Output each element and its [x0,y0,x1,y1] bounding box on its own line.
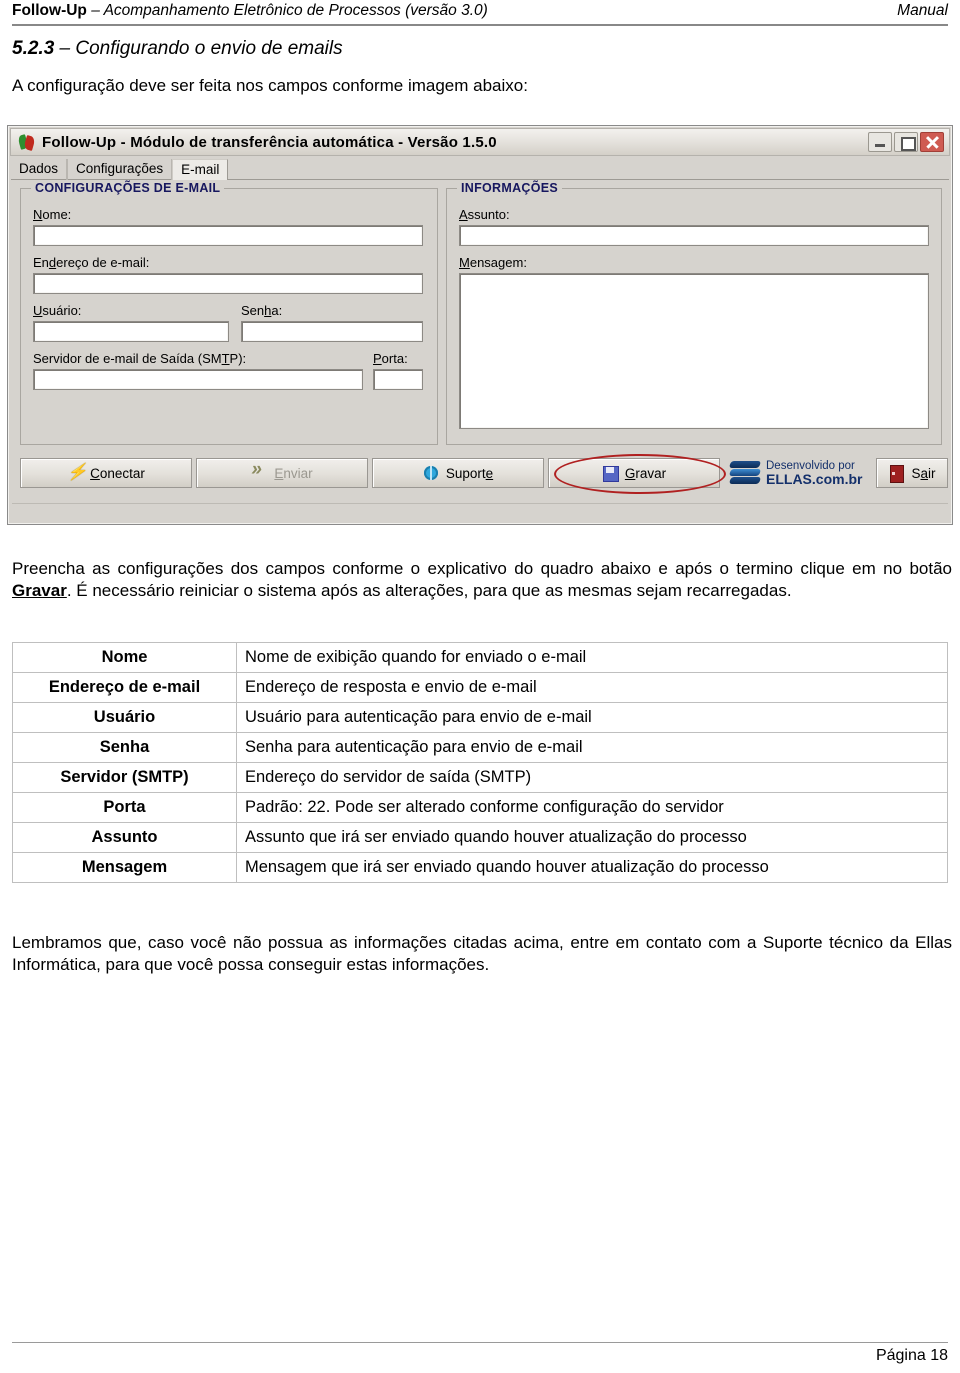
senha-label: Senha: [241,303,283,318]
header-right-label: Manual [897,2,948,19]
close-icon[interactable] [920,132,944,152]
header-divider [12,24,948,26]
ellas-logo-icon [728,460,762,486]
vendor-line2: ELLAS.com.br [766,471,863,488]
conectar-button[interactable]: Conectar [20,458,192,488]
assunto-input[interactable] [459,225,929,246]
table-row: Nome Nome de exibição quando for enviado… [12,642,948,673]
table-row: Usuário Usuário para autenticação para e… [12,702,948,733]
header-subtitle: – Acompanhamento Eletrônico de Processos… [86,2,488,19]
table-cell-description: Usuário para autenticação para envio de … [236,702,948,733]
page-number: Página 18 [875,1347,948,1364]
app-button-bar: Conectar Enviar Suporte Gravar Desenvolv… [14,454,948,494]
servidor-smtp-label: Servidor de e-mail de Saída (SMTP): [33,351,247,366]
minimize-icon[interactable] [868,132,892,152]
sair-button[interactable]: Sair [876,458,948,488]
floppy-save-icon [602,465,619,482]
field-description-table: Nome Nome de exibição quando for enviado… [12,642,948,883]
usuario-label: Usuário: [33,303,82,318]
servidor-smtp-input[interactable] [33,369,363,390]
section-number: 5.2.3 [12,38,55,59]
mensagem-label: Mensagem: [459,255,527,270]
field-description-table-body: Nome Nome de exibição quando for enviado… [12,642,948,883]
nome-input[interactable] [33,225,423,246]
section-intro-text: A configuração deve ser feita nos campos… [12,76,528,95]
section-heading: 5.2.3 – Configurando o envio de emails [12,38,343,60]
sair-label: Sair [911,465,936,481]
table-cell-description: Nome de exibição quando for enviado o e-… [236,642,948,673]
exit-door-icon [888,465,905,483]
table-cell-field: Usuário [12,702,237,733]
table-cell-description: Assunto que irá ser enviado quando houve… [236,822,948,853]
table-row: Endereço de e-mail Endereço de resposta … [12,672,948,703]
conectar-label: Conectar [90,465,145,481]
table-cell-field: Mensagem [12,852,237,883]
window-controls [868,132,946,152]
header-title: Follow-Up – Acompanhamento Eletrônico de… [12,2,488,20]
endereco-email-label: Endereço de e-mail: [33,255,150,270]
gravar-label: Gravar [624,465,667,481]
endereco-email-input[interactable] [33,273,423,294]
gravar-button[interactable]: Gravar [548,458,720,488]
senha-input[interactable] [241,321,423,342]
header-brand: Follow-Up [12,2,87,19]
informacoes-group: INFORMAÇÕES Assunto: Mensagem: [446,181,942,445]
table-row: Mensagem Mensagem que irá ser enviado qu… [12,852,948,883]
usuario-input[interactable] [33,321,229,342]
app-window-title: Follow-Up - Módulo de transferência auto… [42,133,497,151]
instruction-paragraph: Preencha as configurações dos campos con… [12,558,952,603]
table-row: Assunto Assunto que irá ser enviado quan… [12,822,948,853]
porta-input[interactable] [373,369,423,390]
assunto-label: Assunto: [459,207,510,222]
lightning-icon [67,462,87,482]
ellas-vendor-credit: Desenvolvido por ELLAS.com.br [728,460,863,488]
table-cell-description: Senha para autenticação para envio de e-… [236,732,948,763]
app-titlebar: Follow-Up - Módulo de transferência auto… [10,128,950,156]
table-row: Porta Padrão: 22. Pode ser alterado conf… [12,792,948,823]
table-row: Servidor (SMTP) Endereço do servidor de … [12,762,948,793]
email-settings-group: CONFIGURAÇÕES DE E-MAIL Nome: Endereço d… [20,181,438,445]
enviar-label: Enviar [274,465,313,481]
app-tabstrip: Dados Configurações E-mail [11,159,949,180]
suporte-button[interactable]: Suporte [372,458,544,488]
table-cell-field: Porta [12,792,237,823]
globe-icon [423,465,439,481]
informacoes-legend: INFORMAÇÕES [457,181,563,195]
mensagem-textarea[interactable] [459,273,929,429]
instruction-part1: Preencha as configurações dos campos con… [12,559,952,578]
nome-label: Nome: [33,207,72,222]
table-cell-field: Endereço de e-mail [12,672,237,703]
email-settings-legend: CONFIGURAÇÕES DE E-MAIL [31,181,225,195]
app-window-screenshot: Follow-Up - Módulo de transferência auto… [7,125,953,525]
double-chevron-icon [251,459,267,481]
table-cell-description: Padrão: 22. Pode ser alterado conforme c… [236,792,948,823]
table-row: Senha Senha para autenticação para envio… [12,732,948,763]
footer-divider [12,1342,948,1343]
section-title: – Configurando o envio de emails [54,38,343,59]
table-cell-field: Assunto [12,822,237,853]
table-cell-description: Mensagem que irá ser enviado quando houv… [236,852,948,883]
table-cell-field: Servidor (SMTP) [12,762,237,793]
enviar-button[interactable]: Enviar [196,458,368,488]
tab-dados[interactable]: Dados [11,159,68,180]
support-note-paragraph: Lembramos que, caso você não possua as i… [12,933,952,975]
porta-label: Porta: [373,351,408,366]
table-cell-field: Senha [12,732,237,763]
tab-email[interactable]: E-mail [172,159,229,180]
instruction-bold-gravar: Gravar [12,581,67,601]
followup-app-icon [17,133,36,151]
table-cell-description: Endereço do servidor de saída (SMTP) [236,762,948,793]
instruction-part2: . É necessário reiniciar o sistema após … [66,581,792,601]
maximize-icon[interactable] [894,132,918,152]
app-statusbar [12,503,948,521]
suporte-label: Suporte [445,465,494,481]
tab-configuracoes[interactable]: Configurações [67,159,173,180]
table-cell-description: Endereço de resposta e envio de e-mail [236,672,948,703]
table-cell-field: Nome [12,642,237,673]
